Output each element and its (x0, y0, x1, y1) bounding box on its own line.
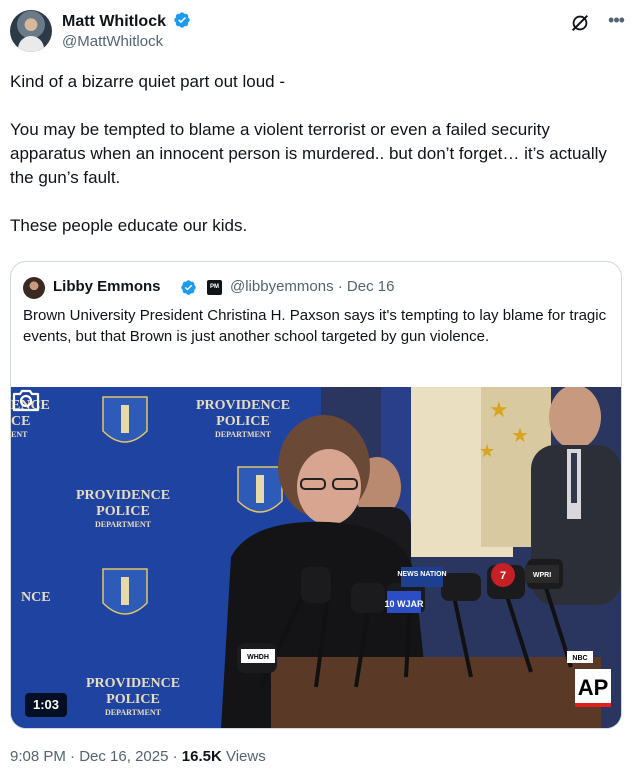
backdrop-text: POLICE (96, 504, 150, 519)
backdrop-text: PROVIDENCE (86, 676, 180, 691)
svg-text:★: ★ (489, 398, 509, 423)
post-paragraph: These people educate our kids. (10, 216, 248, 235)
post-paragraph: You may be tempted to blame a violent te… (10, 120, 607, 187)
post-text: Kind of a bizarre quiet part out loud - … (10, 70, 622, 238)
quoted-post-header: Libby Emmons PM @libbyemmons · Dec 16 (23, 276, 613, 299)
post-paragraph: Kind of a bizarre quiet part out loud - (10, 72, 285, 91)
views-count: 16.5K (181, 748, 222, 765)
separator: · (168, 748, 182, 765)
backdrop-text: PROVIDENCE (76, 488, 170, 503)
verified-badge-icon (174, 12, 191, 28)
grok-icon[interactable] (569, 12, 591, 34)
backdrop-text: DEPARTMENT (95, 520, 152, 529)
backdrop-text: DEPARTMENT (215, 430, 272, 439)
video-duration: 1:03 (25, 693, 68, 717)
quoted-author-avatar[interactable] (23, 277, 45, 299)
backdrop-text: NCE (21, 590, 51, 605)
post-date[interactable]: Dec 16, 2025 (79, 748, 168, 765)
more-icon[interactable]: ••• (604, 10, 628, 34)
mic-flag-label: WPRI (533, 572, 551, 579)
verified-badge-icon (181, 280, 196, 295)
backdrop-text: PROVIDENCE (196, 398, 290, 413)
post-header: Matt Whitlock @MattWhitlock ••• (10, 8, 625, 54)
quoted-author-name[interactable]: Libby Emmons (53, 278, 161, 295)
author-name[interactable]: Matt Whitlock (62, 11, 191, 31)
backdrop-text: CE (11, 414, 30, 429)
post-time[interactable]: 9:08 PM (10, 748, 66, 765)
ap-watermark: AP (578, 675, 609, 700)
video-frame: ★ ★ ★ PROVIDENCE POLICE DEPARTMENT PROVI… (11, 387, 621, 728)
svg-text:★: ★ (479, 441, 495, 462)
affiliate-badge: PM (207, 280, 222, 295)
quoted-post-text: Brown University President Christina H. … (23, 307, 607, 345)
post-metadata: 9:08 PM · Dec 16, 2025 · 16.5K Views (10, 748, 266, 765)
author-handle[interactable]: @MattWhitlock (62, 33, 163, 50)
quoted-handle-date[interactable]: @libbyemmons · Dec 16 (230, 278, 394, 295)
mic-flag-label: 10 WJAR (384, 599, 424, 609)
svg-text:★: ★ (511, 423, 529, 447)
mic-flag-label: 7 (500, 570, 506, 582)
backdrop-text: POLICE (216, 414, 270, 429)
mic-flag-label: NBC (572, 655, 587, 662)
backdrop-text: ENT (11, 430, 28, 439)
backdrop-text: POLICE (106, 692, 160, 707)
separator: · (65, 748, 80, 765)
backdrop-text: DEPARTMENT (105, 708, 162, 717)
author-name-text[interactable]: Matt Whitlock (62, 13, 166, 30)
mic-flag-label: WHDH (247, 654, 269, 661)
camera-icon[interactable] (11, 387, 41, 413)
author-avatar[interactable] (10, 10, 52, 52)
views-label: Views (221, 748, 266, 765)
quoted-post[interactable]: Libby Emmons PM @libbyemmons · Dec 16 Br… (10, 261, 622, 729)
mic-flag-label: NEWS NATION (397, 571, 446, 578)
video-player[interactable]: ★ ★ ★ PROVIDENCE POLICE DEPARTMENT PROVI… (11, 387, 621, 728)
